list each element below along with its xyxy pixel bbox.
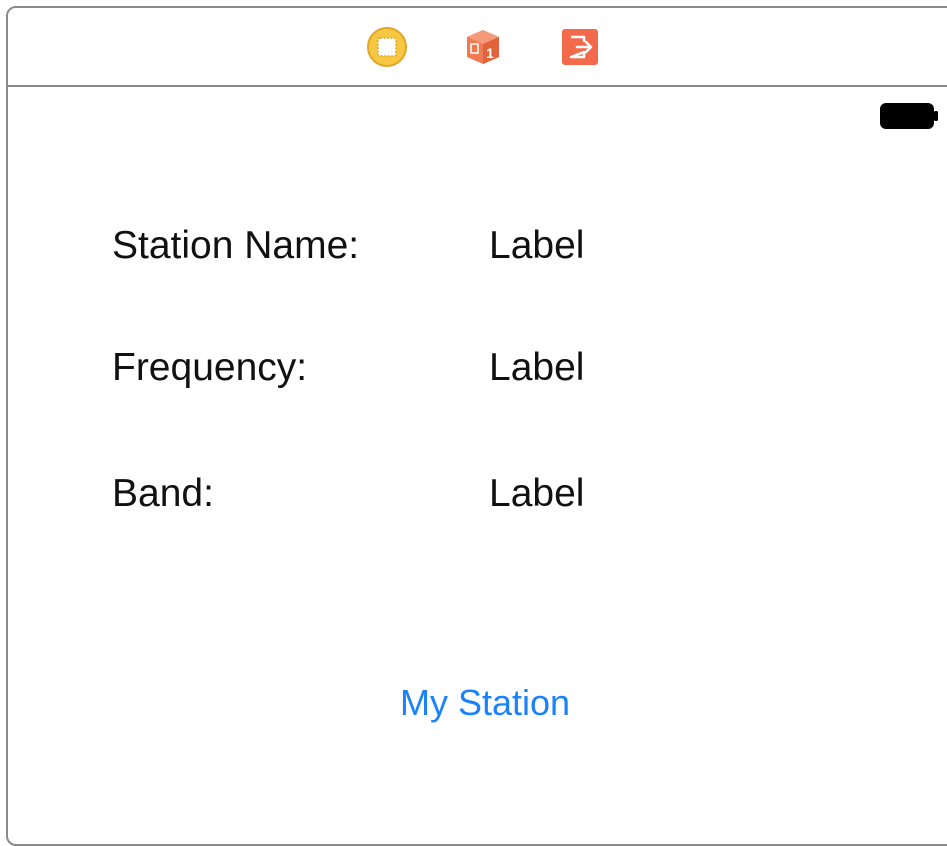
- view-controller-icon[interactable]: [367, 27, 407, 67]
- status-bar: [8, 87, 947, 129]
- station-name-value-label: Label: [489, 224, 585, 267]
- exit-icon[interactable]: [560, 27, 600, 67]
- first-responder-icon[interactable]: 1: [463, 27, 503, 67]
- band-field-label: Band:: [112, 472, 214, 515]
- station-name-field-label: Station Name:: [112, 224, 360, 267]
- band-value-label: Label: [489, 472, 585, 515]
- my-station-button[interactable]: My Station: [385, 678, 585, 728]
- frequency-value-label: Label: [489, 346, 585, 389]
- svg-text:1: 1: [486, 45, 494, 61]
- scene-frame: 1 Station Name: Label Frequency: Label B…: [6, 6, 947, 846]
- battery-full-icon: [880, 103, 938, 129]
- frequency-field-label: Frequency:: [112, 346, 308, 389]
- scene-dock: 1: [8, 8, 947, 87]
